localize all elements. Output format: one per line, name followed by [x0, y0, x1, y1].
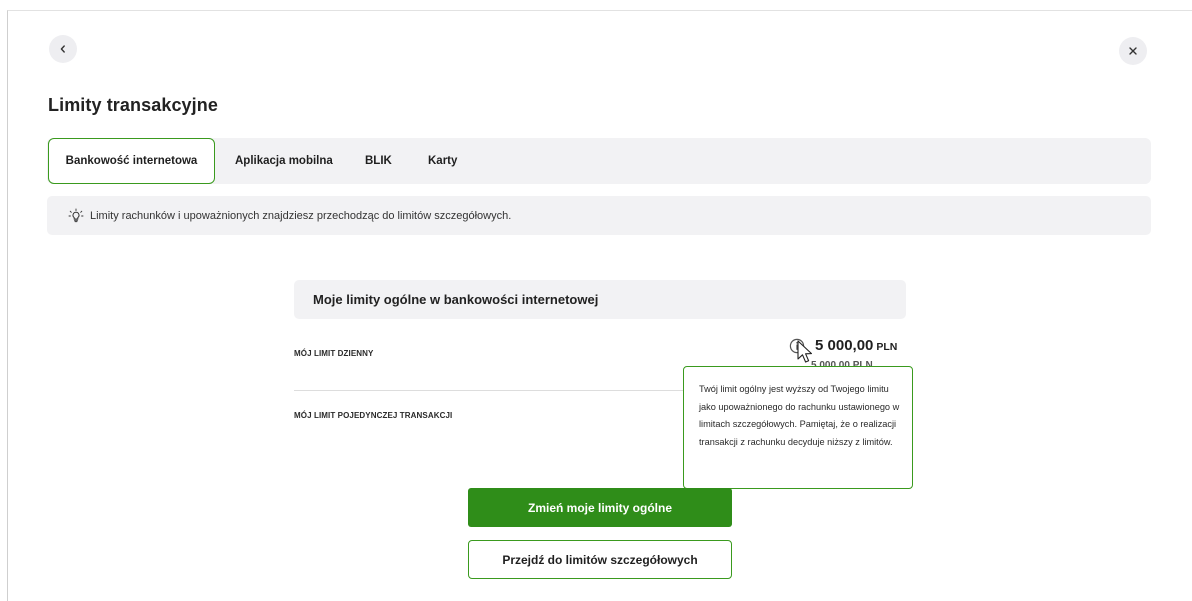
daily-limit-amount: 5 000,00 PLN: [815, 337, 897, 354]
daily-limit-currency: PLN: [876, 341, 898, 353]
back-button[interactable]: [49, 35, 77, 63]
close-button[interactable]: [1119, 37, 1147, 65]
lightbulb-icon: [67, 207, 85, 225]
info-tooltip: Twój limit ogólny jest wyższy od Twojego…: [683, 366, 913, 489]
single-transaction-limit-label: MÓJ LIMIT POJEDYNCZEJ TRANSAKCJI: [294, 411, 453, 420]
tabs-bar: Bankowość internetowa Aplikacja mobilna …: [47, 138, 1151, 184]
change-limits-button[interactable]: Zmień moje limity ogólne: [468, 488, 732, 527]
tab-aplikacja-mobilna[interactable]: Aplikacja mobilna: [235, 138, 333, 184]
daily-limit-label: MÓJ LIMIT DZIENNY: [294, 349, 374, 358]
tab-bankowosc-internetowa[interactable]: Bankowość internetowa: [48, 138, 215, 184]
info-bar: Limity rachunków i upoważnionych znajdzi…: [47, 196, 1151, 235]
go-to-detailed-limits-button[interactable]: Przejdź do limitów szczegółowych: [468, 540, 732, 579]
tab-blik[interactable]: BLIK: [365, 138, 392, 184]
tab-karty[interactable]: Karty: [428, 138, 457, 184]
page-title: Limity transakcyjne: [48, 95, 218, 115]
mouse-pointer-icon: [797, 340, 813, 363]
limits-card-header: Moje limity ogólne w bankowości internet…: [294, 280, 906, 319]
chevron-left-icon: [60, 45, 65, 53]
info-text: Limity rachunków i upoważnionych znajdzi…: [90, 209, 512, 222]
daily-limit-value: 5 000,00: [815, 337, 874, 354]
close-icon: [1129, 47, 1137, 55]
